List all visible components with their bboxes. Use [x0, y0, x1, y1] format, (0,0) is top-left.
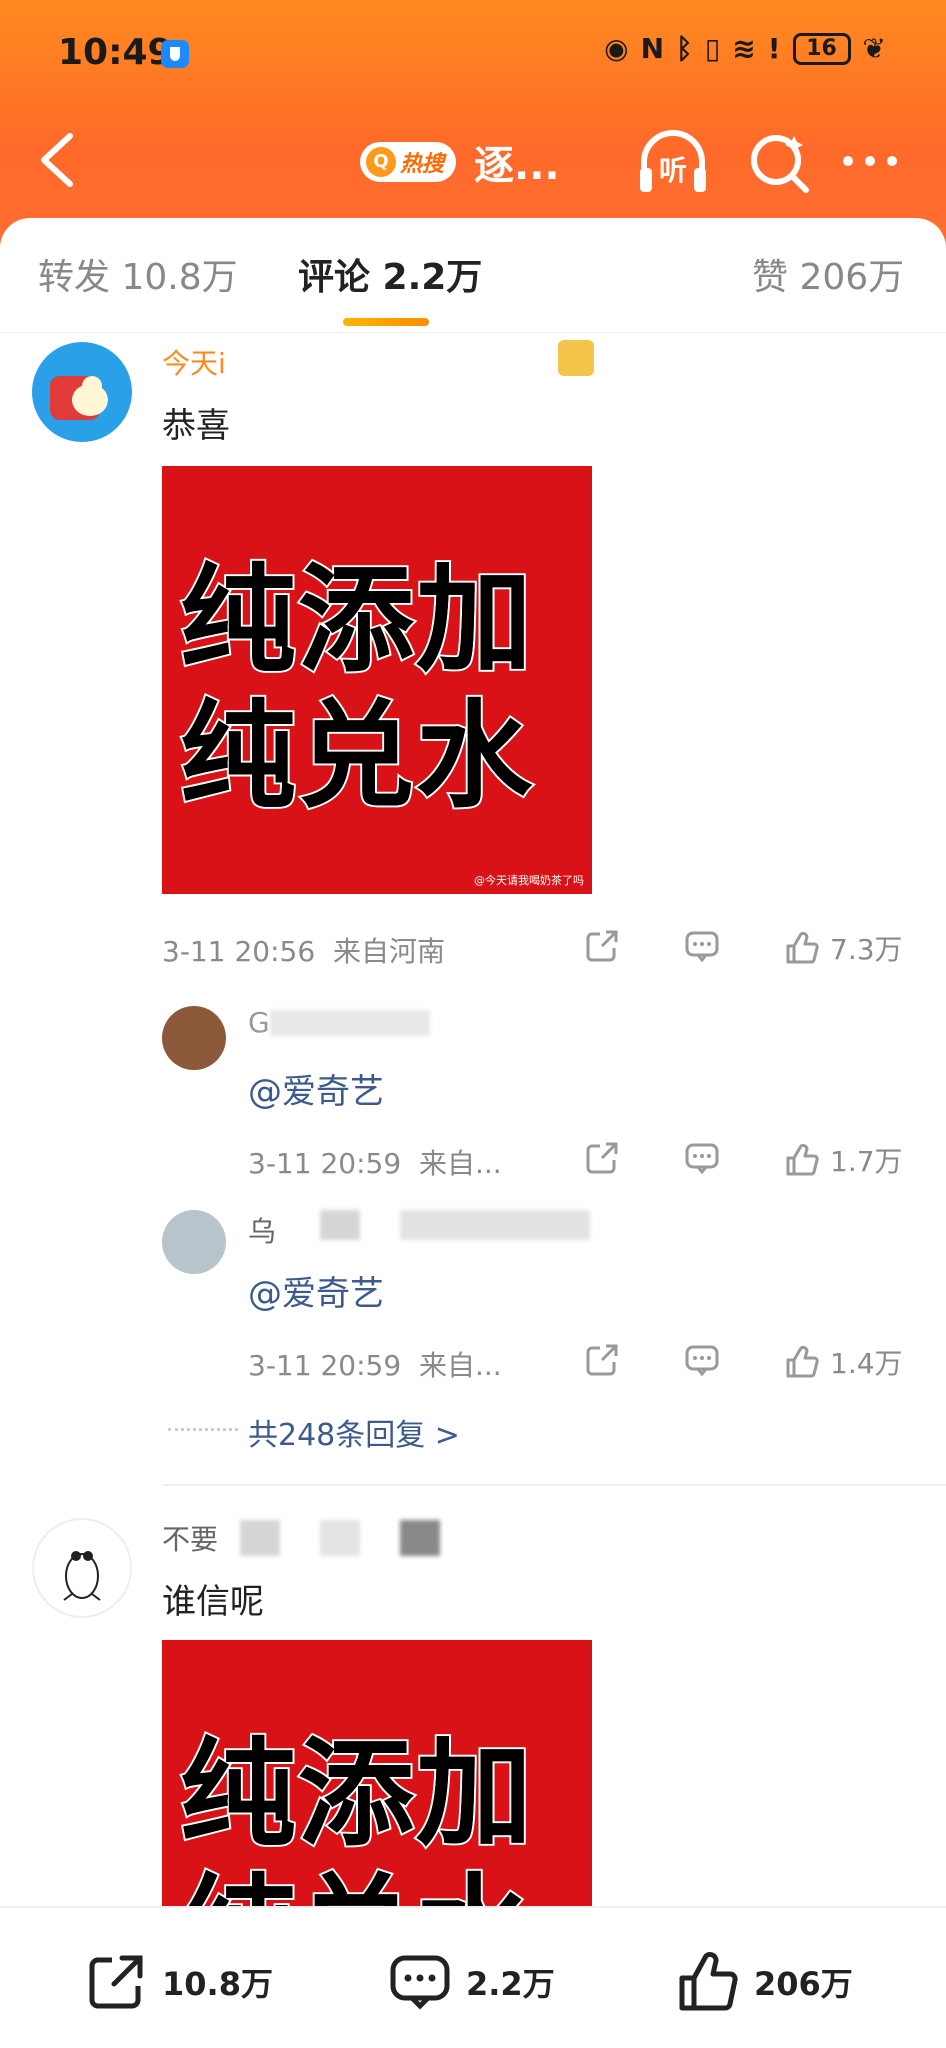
reply-avatar[interactable]: [162, 1006, 226, 1070]
redaction: [400, 1520, 440, 1556]
tab-repost[interactable]: 转发 10.8万: [38, 248, 238, 300]
image-watermark: @今天请我喝奶茶了吗: [474, 874, 584, 887]
reply-mention[interactable]: @爱奇艺: [248, 1064, 384, 1113]
like-count: 206万: [754, 1965, 853, 2003]
reply-meta: 3-11 20:59 来自...: [248, 1142, 502, 1182]
share-icon: [586, 1142, 618, 1174]
reply-button[interactable]: [684, 928, 720, 964]
like-count: 1.4万: [830, 1347, 903, 1380]
comment-author[interactable]: 不要: [162, 1518, 218, 1558]
comment-image[interactable]: 纯添加 纯兑水: [162, 1640, 592, 1906]
reply-author[interactable]: G: [248, 1006, 270, 1039]
comment-image[interactable]: 纯添加 纯兑水 @今天请我喝奶茶了吗: [162, 466, 592, 894]
like-count: 1.7万: [830, 1145, 903, 1178]
comment-author[interactable]: 今天i: [162, 342, 226, 382]
like-button[interactable]: 1.4万: [784, 1342, 903, 1382]
reply-time: 3-11 20:59: [248, 1349, 402, 1382]
security-icon: [161, 40, 189, 68]
search-mini-icon: Q: [366, 147, 396, 177]
comment-meta: 3-11 20:56 来自河南: [162, 930, 445, 970]
hot-search-title[interactable]: Q 热搜 逐...: [360, 140, 560, 189]
reply-button[interactable]: [684, 1140, 720, 1176]
repost-button[interactable]: 10.8万: [84, 1950, 273, 2014]
comment-icon: [685, 1345, 719, 1377]
reply-time: 3-11 20:59: [248, 1147, 402, 1180]
comment-separator: [162, 1484, 946, 1486]
reply-mention[interactable]: @爱奇艺: [248, 1266, 384, 1315]
comment-button[interactable]: 2.2万: [388, 1950, 555, 2014]
bluetooth-icon: ᛒ: [676, 32, 693, 65]
status-icons: ◉ N ᛒ ▯ ≋ ! 16 ❦: [604, 32, 886, 65]
listen-label: 听: [659, 154, 687, 187]
redaction: [320, 1210, 360, 1240]
back-arrow-icon[interactable]: [34, 130, 82, 190]
share-button[interactable]: [584, 1342, 620, 1378]
tab-comments[interactable]: 评论 2.2万: [298, 248, 482, 300]
share-icon: [586, 930, 618, 962]
thumbs-up-icon: [679, 1952, 738, 2011]
image-line-2: 纯兑水: [178, 1836, 534, 1906]
status-bar: 10:49 ◉ N ᛒ ▯ ≋ ! 16 ❦: [0, 0, 946, 108]
redaction: [250, 346, 550, 374]
bottom-action-bar: 10.8万 2.2万 206万: [0, 1906, 946, 2048]
avatar[interactable]: [32, 342, 132, 442]
status-time: 10:49: [58, 32, 173, 73]
comment-text: 恭喜: [162, 406, 230, 446]
alert-icon: !: [767, 32, 781, 65]
eye-icon: ◉: [604, 32, 629, 65]
comment-icon: [390, 1955, 450, 2010]
reply-avatar[interactable]: [162, 1210, 226, 1274]
thumbs-up-icon: [786, 1345, 819, 1378]
share-button[interactable]: [584, 928, 620, 964]
tabs: 转发 10.8万 评论 2.2万 赞 206万: [0, 248, 946, 318]
redaction: [270, 1010, 430, 1036]
reply-author[interactable]: 乌: [248, 1210, 276, 1250]
hot-badge-label: 热搜: [400, 152, 445, 177]
comment-count: 2.2万: [466, 1965, 555, 2003]
tab-underline: [343, 318, 429, 326]
leaf-icon: ❦: [862, 32, 886, 65]
comment-time: 3-11 20:56: [162, 935, 316, 968]
battery-icon: 16: [792, 32, 851, 65]
avatar[interactable]: [32, 1518, 132, 1618]
redaction: [400, 1210, 590, 1240]
redaction: [320, 1520, 360, 1556]
comment-icon: [685, 931, 719, 963]
like-button[interactable]: 7.3万: [784, 928, 903, 968]
reply-location: 来自...: [418, 1349, 502, 1382]
header: 10:49 ◉ N ᛒ ▯ ≋ ! 16 ❦ Q 热搜 逐... 听: [0, 0, 946, 250]
image-line-2: 纯兑水: [178, 687, 534, 826]
repost-count: 10.8万: [162, 1965, 273, 2003]
badge-icon: [558, 340, 594, 376]
share-button[interactable]: [584, 1140, 620, 1176]
tab-likes[interactable]: 赞 206万: [752, 248, 904, 300]
nav-title: 逐...: [474, 143, 560, 189]
share-icon: [586, 1344, 618, 1376]
more-icon[interactable]: [843, 156, 897, 166]
headphones-icon[interactable]: 听: [636, 128, 710, 198]
reply-location: 来自...: [418, 1147, 502, 1180]
thumbs-up-icon: [786, 931, 819, 964]
more-replies-link[interactable]: 共248条回复 >: [248, 1410, 460, 1454]
like-button[interactable]: 1.7万: [784, 1140, 903, 1180]
share-icon: [89, 1955, 143, 2009]
comment-icon: [685, 1143, 719, 1175]
nfc-icon: N: [640, 32, 665, 65]
redaction: [240, 1520, 280, 1556]
comment-text: 谁信呢: [162, 1582, 264, 1622]
wifi-icon: ≋: [732, 32, 756, 65]
reply-meta: 3-11 20:59 来自...: [248, 1344, 502, 1384]
tabs-divider: [0, 332, 946, 333]
reply-button[interactable]: [684, 1342, 720, 1378]
comment-location: 来自河南: [332, 935, 445, 968]
top-nav: Q 热搜 逐... 听: [0, 108, 946, 218]
like-button[interactable]: 206万: [676, 1950, 853, 2014]
dotted-line: [168, 1428, 238, 1431]
hot-search-badge: Q 热搜: [360, 142, 457, 182]
like-count: 7.3万: [830, 933, 903, 966]
thumbs-up-icon: [786, 1143, 819, 1176]
search-icon[interactable]: [746, 130, 812, 196]
vibrate-icon: ▯: [704, 32, 721, 65]
